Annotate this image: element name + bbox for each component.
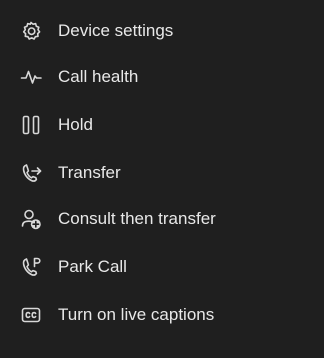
pause-icon: [20, 114, 42, 136]
call-more-actions-menu: Device settings Call health Hold Transfe…: [0, 0, 324, 358]
menu-item-label: Transfer: [58, 163, 121, 182]
menu-item-label: Device settings: [58, 21, 174, 40]
menu-item-turn-on-live-captions[interactable]: Turn on live captions: [0, 293, 324, 337]
menu-item-park-call[interactable]: Park Call: [0, 245, 324, 289]
menu-item-device-settings[interactable]: Device settings: [0, 9, 324, 53]
phone-park-icon: [20, 256, 42, 278]
gear-icon: [20, 20, 42, 42]
closed-captions-icon: [20, 304, 42, 326]
menu-item-label: Call health: [58, 67, 139, 86]
menu-item-transfer[interactable]: Transfer: [0, 151, 324, 195]
menu-item-label: Hold: [58, 115, 93, 134]
pulse-icon: [20, 66, 42, 88]
menu-item-label: Turn on live captions: [58, 305, 215, 324]
menu-item-label: Park Call: [58, 257, 127, 276]
menu-item-consult-then-transfer[interactable]: Consult then transfer: [0, 197, 324, 241]
menu-item-label: Consult then transfer: [58, 209, 216, 228]
person-add-icon: [20, 208, 42, 230]
phone-transfer-icon: [20, 162, 42, 184]
menu-item-call-health[interactable]: Call health: [0, 55, 324, 99]
menu-item-hold[interactable]: Hold: [0, 103, 324, 147]
